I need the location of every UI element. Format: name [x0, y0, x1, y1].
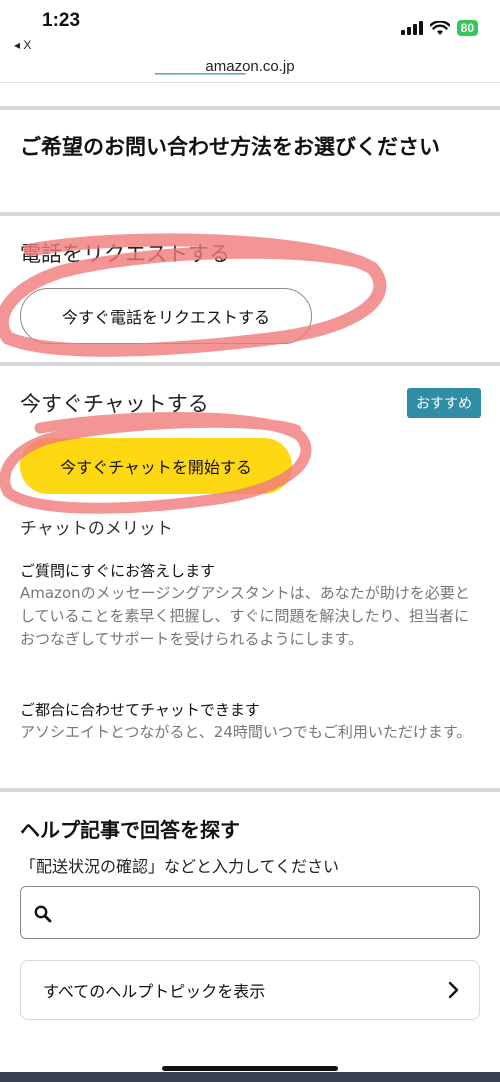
battery-indicator: 80: [456, 20, 478, 36]
status-icons: 80: [400, 20, 478, 36]
chat-benefits-title: チャットのメリット: [20, 519, 173, 539]
chat-benefit-body: アソシエイトとつながると、24時間いつでもご利用いただけます。: [20, 723, 472, 741]
chat-benefit-item: ご質問にすぐにお答えします Amazonのメッセージングアシスタントは、あなたが…: [20, 560, 482, 651]
section-divider: [0, 362, 500, 366]
help-search-input[interactable]: [63, 895, 463, 931]
status-time: 1:23: [42, 10, 81, 31]
section-divider: [0, 106, 500, 110]
chat-benefit-body: Amazonのメッセージングアシスタントは、あなたが助けを必要としていることを素…: [20, 584, 470, 648]
start-chat-button[interactable]: 今すぐチャットを開始する: [20, 438, 292, 494]
chat-benefit-title: ご都合に合わせてチャットできます: [20, 701, 260, 719]
search-icon: [34, 905, 52, 923]
wifi-icon: [429, 20, 450, 35]
status-bar: 1:23 ◂ X 80: [0, 0, 500, 56]
all-help-topics-label: すべてのヘルプトピックを表示: [43, 982, 266, 1001]
help-search-box[interactable]: [20, 886, 480, 939]
chevron-right-icon: [448, 981, 459, 999]
address-bar-url[interactable]: amazon.co.jp: [0, 58, 500, 75]
home-indicator[interactable]: [162, 1066, 338, 1071]
back-to-app-link[interactable]: ◂ X: [14, 38, 31, 52]
request-call-button[interactable]: 今すぐ電話をリクエストする: [20, 288, 312, 344]
contact-method-heading: ご希望のお問い合わせ方法をお選びください: [20, 135, 440, 159]
help-search-hint: 「配送状況の確認」などと入力してください: [20, 857, 340, 876]
section-divider: [0, 212, 500, 216]
chat-benefit-item: ご都合に合わせてチャットできます アソシエイトとつながると、24時間いつでもご利…: [20, 699, 482, 744]
help-articles-heading: ヘルプ記事で回答を探す: [20, 818, 240, 842]
recommended-badge: おすすめ: [407, 388, 481, 418]
section-divider: [0, 788, 500, 792]
address-bar-divider: [0, 82, 500, 83]
chat-benefit-title: ご質問にすぐにお答えします: [20, 562, 216, 580]
phone-section-heading: 電話をリクエストする: [20, 242, 230, 266]
all-help-topics-link[interactable]: すべてのヘルプトピックを表示: [20, 960, 480, 1020]
cellular-signal-icon: [400, 21, 423, 35]
browser-bottom-bar: [0, 1072, 500, 1082]
chat-section-heading: 今すぐチャットする: [20, 392, 209, 416]
